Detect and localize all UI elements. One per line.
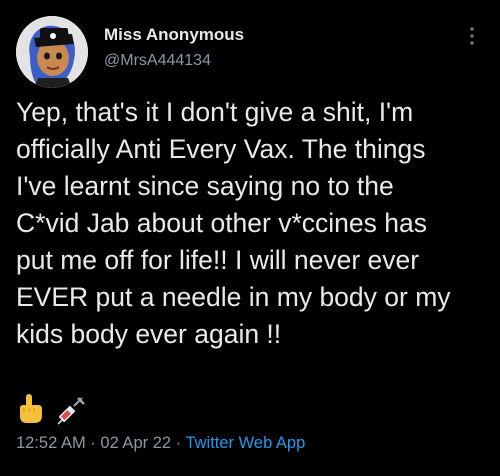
tweet-text-line: kids body ever again !! — [16, 319, 282, 349]
tweet-text: Yep, that's it I don't give a shit, I'm … — [16, 94, 488, 353]
more-options-icon[interactable] — [460, 24, 484, 48]
meta-separator: · — [175, 434, 182, 452]
emoji-row — [16, 392, 88, 426]
tweet-text-line: put me off for life!! I will never ever — [16, 245, 420, 275]
tweet-text-line: I've learnt since saying no to the — [16, 171, 394, 201]
syringe-emoji-icon — [57, 397, 85, 425]
middle-finger-emoji-icon — [20, 394, 42, 423]
tweet-text-line: officially Anti Every Vax. The things — [16, 134, 426, 164]
tweet-card: Miss Anonymous @MrsA444134 Yep, that's i… — [0, 0, 500, 476]
cartoon-avatar-icon — [16, 16, 88, 88]
tweet-text-line: C*vid Jab about other v*ccines has — [16, 208, 427, 238]
tweet-date[interactable]: 02 Apr 22 — [100, 434, 171, 452]
tweet-meta: 12:52 AM · 02 Apr 22 · Twitter Web App — [16, 432, 305, 454]
user-handle[interactable]: @MrsA444134 — [104, 50, 244, 72]
meta-separator: · — [90, 434, 96, 452]
author-info[interactable]: Miss Anonymous @MrsA444134 — [104, 24, 244, 72]
tweet-text-line: EVER put a needle in my body or my — [16, 282, 451, 312]
display-name[interactable]: Miss Anonymous — [104, 24, 244, 46]
tweet-text-line: Yep, that's it I don't give a shit, I'm — [16, 97, 414, 127]
tweet-time[interactable]: 12:52 AM — [16, 434, 86, 452]
tweet-source-link[interactable]: Twitter Web App — [185, 434, 305, 452]
avatar[interactable] — [16, 16, 88, 88]
